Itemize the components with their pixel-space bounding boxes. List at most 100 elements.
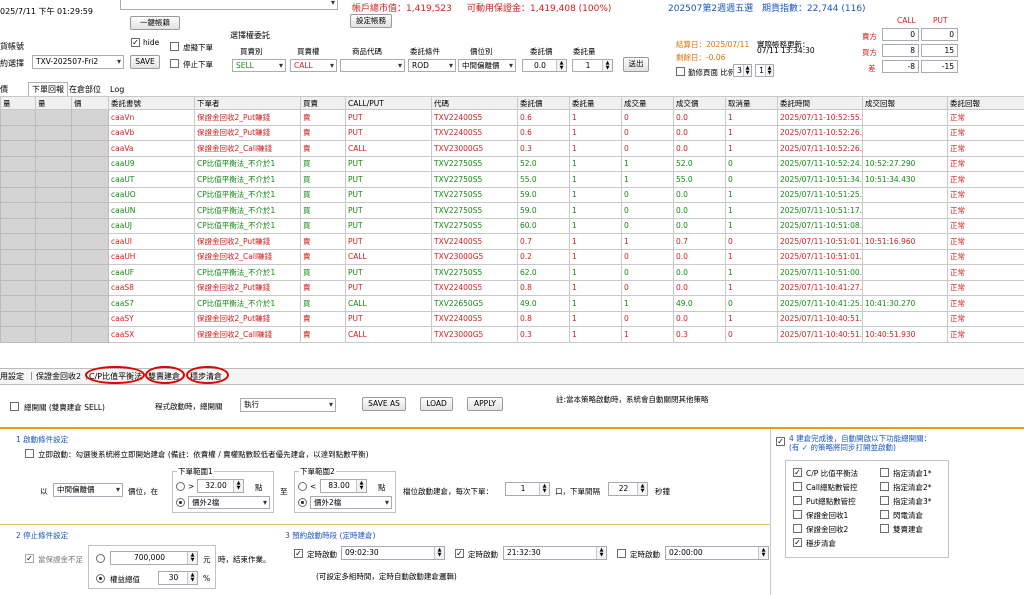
load-button[interactable]: LOAD — [420, 397, 453, 411]
strategy-switch-select[interactable]: 執行 — [240, 398, 336, 412]
range1-value-stepper[interactable]: 32.00 ▲ ▼ — [197, 479, 244, 493]
row-action-cell[interactable] — [0, 109, 36, 126]
margin-value-stepper[interactable]: 700,000 ▲ ▼ — [110, 551, 198, 565]
tab-positions[interactable]: 在倉部位 — [69, 83, 101, 96]
apply-button[interactable]: APPLY — [467, 397, 503, 411]
column-header[interactable]: 量 — [35, 96, 72, 110]
column-header[interactable]: 買賣 — [300, 96, 346, 110]
column-header[interactable]: 取消量 — [725, 96, 778, 110]
row-action-cell[interactable] — [71, 279, 109, 296]
send-button[interactable]: 送出 — [623, 57, 649, 72]
tab-general-settings[interactable]: 用設定 — [0, 371, 24, 382]
row-action-cell[interactable] — [0, 217, 36, 234]
row-action-cell[interactable] — [35, 326, 72, 343]
strategy-toggle-checkbox[interactable] — [880, 468, 889, 477]
table-row[interactable]: caaS7 CP比值平衡法_不介於1 買 CALL TXV22650G5 49.0 1 1 49… — [0, 295, 1024, 312]
condition-select[interactable]: ROD — [408, 59, 456, 72]
range2-radio-sel[interactable] — [298, 498, 307, 507]
row-action-cell[interactable] — [0, 202, 36, 219]
table-row[interactable]: caaUN CP比值平衡法_不介於1 買 PUT TXV22750S5 59.0 1 0 0.0… — [0, 202, 1024, 219]
strategy-toggle-checkbox[interactable] — [880, 482, 889, 491]
row-action-cell[interactable] — [0, 264, 36, 281]
row-action-cell[interactable] — [0, 310, 36, 327]
table-row[interactable]: caaUI 保證金回收2_Put賺錢賣 PUT TXV22400S5 0.7 1 1 0.7 0… — [0, 233, 1024, 250]
row-action-cell[interactable] — [35, 124, 72, 141]
row-action-cell[interactable] — [71, 310, 109, 327]
cp-select[interactable]: CALL — [290, 59, 337, 72]
side-select[interactable]: SELL — [232, 59, 286, 72]
row-action-cell[interactable] — [71, 171, 109, 188]
row-action-cell[interactable] — [0, 326, 36, 343]
strategy-toggle-checkbox[interactable]: ✓ — [793, 468, 802, 477]
tab-price[interactable]: 價 — [0, 83, 30, 96]
column-header[interactable]: 委託量 — [569, 96, 622, 110]
range1-radio-gt[interactable] — [176, 482, 185, 491]
range2-select[interactable]: 價外2檔 — [310, 496, 392, 509]
cp-diff-put[interactable]: -15 — [921, 60, 958, 73]
tab-order-report[interactable]: 下單回報 — [28, 82, 68, 96]
cp-seller-call[interactable]: 0 — [882, 28, 919, 41]
margin-radio[interactable] — [96, 554, 105, 563]
column-header[interactable]: 價 — [71, 96, 109, 110]
equity-value-stepper[interactable]: 30 ▲ ▼ — [158, 571, 198, 585]
row-action-cell[interactable] — [0, 155, 36, 172]
strategy-toggle-checkbox[interactable] — [880, 496, 889, 505]
cp-buyer-call[interactable]: 8 — [882, 44, 919, 57]
stop-order-checkbox[interactable] — [170, 59, 179, 68]
range2-radio-lt[interactable] — [298, 482, 307, 491]
table-row[interactable]: caaUF CP比值平衡法_不介於1 買 PUT TXV22750S5 62.0 1 0 0.0… — [0, 264, 1024, 281]
column-header[interactable]: 代碼 — [431, 96, 518, 110]
row-action-cell[interactable] — [0, 124, 36, 141]
table-row[interactable]: caaVb 保證金回收2_Put賺錢賣 PUT TXV22400S5 0.6 1 0 0.0 1… — [0, 124, 1024, 141]
table-row[interactable]: caaUT CP比值平衡法_不介於1 買 PUT TXV22750S5 55.0 1 1 55.… — [0, 171, 1024, 188]
row-action-cell[interactable] — [71, 124, 109, 141]
column-header[interactable]: 量 — [0, 96, 36, 110]
range1-select[interactable]: 價外2檔 — [188, 496, 270, 509]
column-header[interactable]: 成交價 — [673, 96, 726, 110]
table-row[interactable]: caaUJ CP比值平衡法_不介於1 買 PUT TXV22750S5 60.0 1 0 0.0… — [0, 217, 1024, 234]
cp-seller-put[interactable]: 0 — [921, 28, 958, 41]
row-action-cell[interactable] — [35, 186, 72, 203]
save-as-button[interactable]: SAVE AS — [362, 397, 406, 411]
row-action-cell[interactable] — [35, 217, 72, 234]
timer1-checkbox[interactable]: ✓ — [294, 549, 303, 558]
row-action-cell[interactable] — [35, 140, 72, 157]
column-header[interactable]: CALL/PUT — [345, 96, 432, 110]
price-type-select[interactable]: 中間偏離價 — [458, 59, 516, 72]
row-action-cell[interactable] — [71, 248, 109, 265]
cp-buyer-put[interactable]: 15 — [921, 44, 958, 57]
row-action-cell[interactable] — [71, 264, 109, 281]
row-action-cell[interactable] — [0, 140, 36, 157]
top-dropdown[interactable] — [120, 0, 338, 10]
row-action-cell[interactable] — [0, 295, 36, 312]
column-header[interactable]: 委託書號 — [108, 96, 195, 110]
column-header[interactable]: 下單者 — [194, 96, 301, 110]
ratio-stepper-1[interactable]: 3 ▲ ▼ — [733, 64, 752, 77]
equity-radio[interactable] — [96, 574, 105, 583]
tab-log[interactable]: Log — [110, 83, 124, 96]
row-action-cell[interactable] — [35, 171, 72, 188]
section4-checkbox[interactable]: ✓ — [776, 437, 785, 446]
timer2-time[interactable]: 21:32:30 ▲ ▼ — [503, 546, 607, 560]
settings-button[interactable]: 設定帳務 — [350, 14, 392, 28]
margin-shortage-checkbox[interactable]: ✓ — [25, 554, 34, 563]
save-button[interactable]: SAVE — [130, 55, 160, 69]
price-stepper[interactable]: 0.0 ▲ ▼ — [522, 59, 567, 72]
row-action-cell[interactable] — [71, 186, 109, 203]
table-row[interactable]: caaS8 保證金回收2_Put賺錢賣 PUT TXV22400S5 0.8 1 0 0.0 1… — [0, 279, 1024, 296]
table-row[interactable]: caaUO CP比值平衡法_不介於1 買 PUT TXV22750S5 59.0 1 0 0.0… — [0, 186, 1024, 203]
immediate-start-checkbox[interactable] — [25, 449, 34, 458]
row-action-cell[interactable] — [35, 295, 72, 312]
strategy-toggle-checkbox[interactable]: ✓ — [793, 538, 802, 547]
column-header[interactable]: 委託時間 — [777, 96, 863, 110]
row-action-cell[interactable] — [71, 217, 109, 234]
price-ref-select[interactable]: 中間偏離價 — [53, 483, 123, 497]
auto-refresh-checkbox[interactable] — [676, 67, 685, 76]
strategy-toggle-checkbox[interactable] — [793, 482, 802, 491]
column-header[interactable]: 委託回報 — [947, 96, 1024, 110]
row-action-cell[interactable] — [71, 155, 109, 172]
row-action-cell[interactable] — [0, 248, 36, 265]
table-row[interactable]: caaVn 保證金回收2_Put賺錢賣 PUT TXV22400S5 0.6 1 0 0.0 1… — [0, 109, 1024, 126]
row-action-cell[interactable] — [35, 202, 72, 219]
timer1-time[interactable]: 09:02:30 ▲ ▼ — [341, 546, 445, 560]
